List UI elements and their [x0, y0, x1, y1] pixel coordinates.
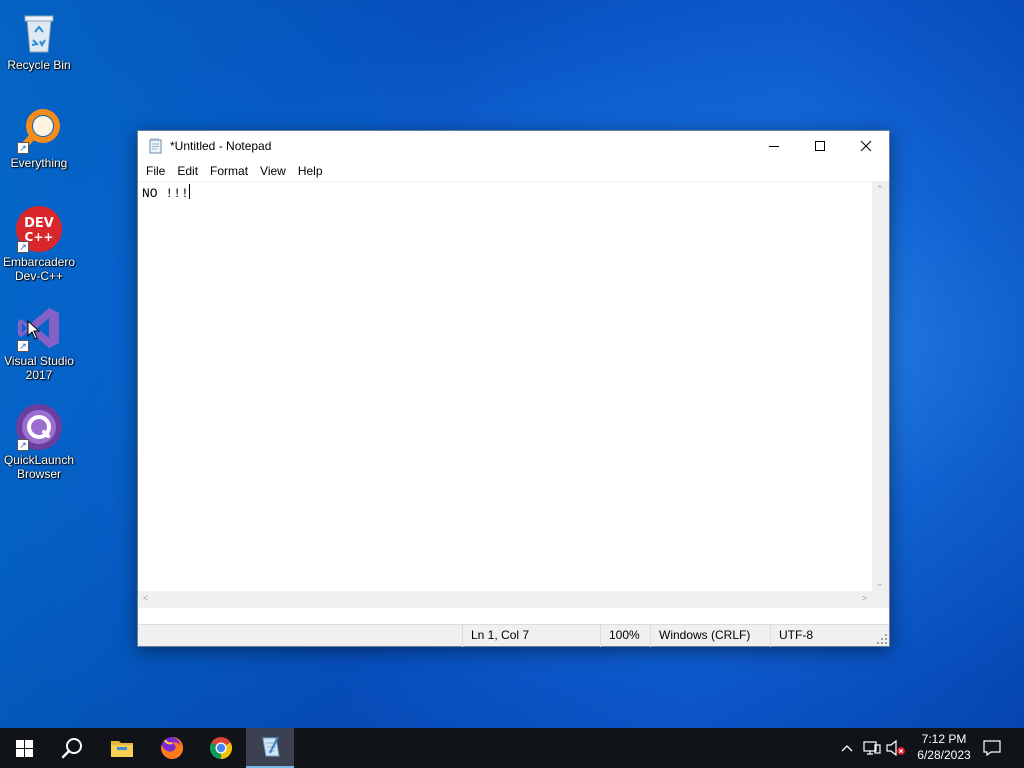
file-explorer-icon	[111, 741, 133, 757]
firefox-icon	[161, 736, 184, 759]
action-center-button[interactable]	[976, 728, 1008, 768]
search-button[interactable]	[48, 728, 96, 768]
status-zoom: 100%	[600, 625, 650, 647]
notepad-app-icon	[148, 138, 164, 154]
clock-date: 6/28/2023	[917, 748, 971, 762]
menu-format[interactable]: Format	[204, 161, 254, 181]
title-bar[interactable]: *Untitled - Notepad	[138, 131, 889, 161]
mouse-cursor-icon	[27, 320, 41, 340]
dev-cpp-icon: DEV C++ ↗	[15, 205, 63, 253]
status-bar: Ln 1, Col 7 100% Windows (CRLF) UTF-8	[138, 624, 889, 647]
scrollbar-corner	[872, 591, 889, 608]
editor-text: NO !!!	[142, 186, 189, 201]
network-icon	[863, 741, 881, 755]
status-position: Ln 1, Col 7	[462, 625, 600, 647]
menu-bar: File Edit Format View Help	[138, 161, 889, 181]
horizontal-scrollbar[interactable]: < >	[138, 591, 872, 608]
desktop-icon-everything[interactable]: ↗ Everything	[2, 106, 76, 170]
text-caret	[188, 184, 190, 199]
status-encoding: UTF-8	[770, 625, 870, 647]
desktop-icon-quicklaunch-browser[interactable]: ↗ QuickLaunch Browser	[2, 403, 76, 481]
clock-time: 7:12 PM	[921, 732, 967, 746]
show-hidden-icons-button[interactable]	[836, 728, 858, 768]
desktop-icon-dev-cpp[interactable]: DEV C++ ↗ Embarcadero Dev-C++	[2, 205, 76, 283]
shortcut-arrow-icon: ↗	[17, 142, 29, 154]
volume-tray-button[interactable]	[884, 728, 908, 768]
shortcut-arrow-icon: ↗	[17, 340, 29, 352]
notification-icon	[983, 740, 1001, 756]
search-icon	[61, 738, 82, 759]
status-line-ending: Windows (CRLF)	[650, 625, 770, 647]
taskbar: 7:12 PM 6/28/2023	[0, 728, 1024, 768]
close-icon	[860, 140, 872, 152]
close-button[interactable]	[843, 131, 889, 161]
scroll-right-icon[interactable]: >	[862, 593, 867, 603]
desktop-icon-label: Visual Studio 2017	[4, 354, 74, 382]
taskbar-chrome[interactable]	[197, 728, 245, 768]
menu-help[interactable]: Help	[292, 161, 329, 181]
recycle-bin-icon	[15, 8, 63, 56]
desktop-icon-label: QuickLaunch Browser	[3, 453, 75, 481]
desktop-icon-label: Recycle Bin	[7, 58, 71, 72]
taskbar-file-explorer[interactable]	[98, 728, 146, 768]
desktop-icon-recycle-bin[interactable]: Recycle Bin	[2, 8, 76, 72]
minimize-icon	[769, 146, 779, 147]
taskbar-notepad[interactable]	[246, 728, 294, 768]
shortcut-arrow-icon: ↗	[17, 241, 29, 253]
taskbar-clock[interactable]: 7:12 PM 6/28/2023	[908, 731, 980, 763]
svg-text:DEV: DEV	[24, 216, 54, 231]
resize-grip-icon[interactable]	[877, 634, 887, 644]
scroll-left-icon[interactable]: <	[143, 593, 148, 603]
desktop-icon-visual-studio[interactable]: ↗ Visual Studio 2017	[2, 304, 76, 382]
start-icon	[15, 739, 33, 757]
volume-muted-icon	[886, 740, 905, 756]
maximize-button[interactable]	[797, 131, 843, 161]
chevron-up-icon	[841, 745, 853, 752]
everything-search-icon: ↗	[15, 106, 63, 154]
quicklaunch-browser-icon: ↗	[15, 403, 63, 451]
network-tray-button[interactable]	[860, 728, 884, 768]
start-button[interactable]	[0, 728, 48, 768]
desktop-icons: Recycle Bin ↗ Everything DEV C++ ↗ Embar…	[0, 0, 80, 720]
desktop-icon-label: Embarcadero Dev-C++	[2, 255, 76, 283]
visual-studio-icon: ↗	[15, 304, 63, 352]
shortcut-arrow-icon: ↗	[17, 439, 29, 451]
scroll-up-icon[interactable]: ⌃	[876, 184, 884, 195]
notepad-window: *Untitled - Notepad File Edit Format Vie…	[137, 130, 890, 647]
maximize-icon	[815, 141, 825, 151]
menu-file[interactable]: File	[140, 161, 171, 181]
scroll-down-icon[interactable]: ⌄	[876, 578, 884, 589]
window-title: *Untitled - Notepad	[170, 139, 272, 153]
vertical-scrollbar[interactable]: ⌃ ⌄	[872, 182, 889, 591]
menu-view[interactable]: View	[254, 161, 292, 181]
chrome-icon	[210, 737, 232, 759]
minimize-button[interactable]	[751, 131, 797, 161]
taskbar-firefox[interactable]	[148, 728, 196, 768]
text-editor[interactable]: NO !!! ⌃ ⌄ < >	[138, 181, 889, 608]
text-area[interactable]: NO !!!	[142, 184, 872, 591]
menu-edit[interactable]: Edit	[171, 161, 204, 181]
notepad-icon	[262, 736, 280, 757]
desktop-icon-label: Everything	[10, 156, 68, 170]
